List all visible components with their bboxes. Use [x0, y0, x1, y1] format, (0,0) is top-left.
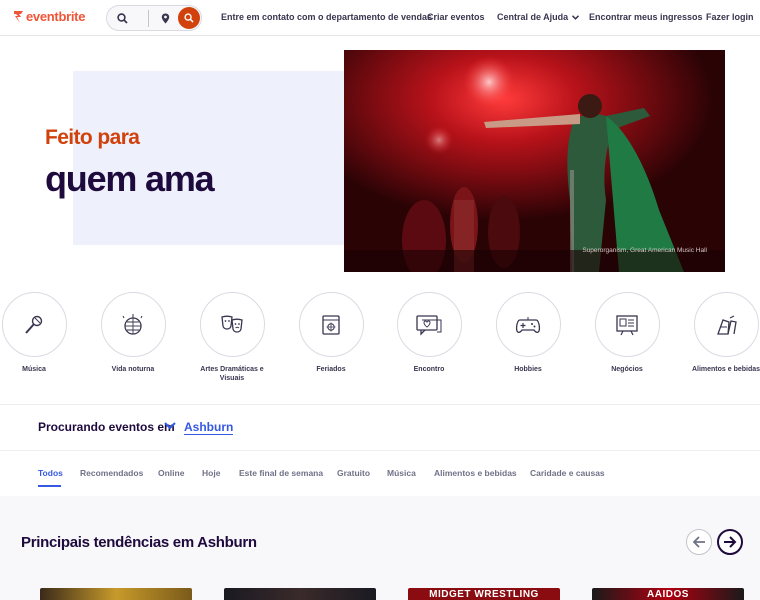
tab-today[interactable]: Hoje: [202, 468, 220, 478]
tab-online[interactable]: Online: [158, 468, 184, 478]
game-controller-icon: [515, 316, 541, 333]
logo-mark-icon: [14, 10, 23, 23]
category-label: Alimentos e bebidas: [691, 366, 760, 373]
category-holidays[interactable]: Feriados: [291, 292, 371, 374]
food-drink-icon: [717, 314, 737, 335]
search-icon: [184, 13, 194, 23]
category-music[interactable]: Música: [0, 292, 74, 374]
section-divider: [0, 404, 760, 405]
hero-headline-line2: quem ama: [45, 158, 215, 199]
category-label: Artes Dramáticas e Visuais: [200, 366, 264, 382]
category-circle: [1, 292, 67, 357]
nav-help-center-label: Central de Ajuda: [497, 12, 569, 22]
category-food-drink[interactable]: Alimentos e bebidas: [686, 292, 760, 374]
hero-photo-caption: Superorganism, Great American Music Hall: [582, 247, 707, 254]
top-navigation-bar: eventbrite Entre em contato com o depart…: [0, 0, 760, 36]
category-label: Encontro: [413, 366, 445, 373]
chevron-down-icon[interactable]: [164, 421, 176, 431]
search-submit-button[interactable]: [178, 7, 200, 29]
event-card-title: AAIDOS: [647, 589, 689, 600]
chat-heart-icon: [416, 314, 442, 336]
tab-food-drink[interactable]: Alimentos e bebidas: [434, 468, 517, 478]
event-card[interactable]: [224, 588, 376, 600]
event-card-title: MIDGET WRESTLING: [429, 589, 539, 600]
nav-find-tickets-link[interactable]: Encontrar meus ingressos: [589, 12, 703, 22]
arrow-right-icon: [724, 536, 737, 548]
nav-contact-sales-link[interactable]: Entre em contato com o departamento de v…: [221, 12, 432, 22]
tab-this-weekend[interactable]: Este final de semana: [239, 468, 323, 478]
calendar-icon: [322, 314, 340, 335]
category-circle: [495, 292, 561, 357]
category-circle: [693, 292, 759, 357]
category-circle: [396, 292, 462, 357]
presentation-icon: [616, 314, 638, 335]
event-card[interactable]: AAIDOS: [592, 588, 744, 600]
category-label: Vida noturna: [111, 366, 155, 373]
theater-masks-icon: [221, 315, 243, 333]
nav-login-link[interactable]: Fazer login: [706, 12, 754, 22]
microphone-icon: [25, 315, 43, 334]
hero-image[interactable]: Superorganism, Great American Music Hall: [344, 50, 725, 272]
location-pin-icon[interactable]: [154, 7, 176, 29]
active-tab-indicator: [38, 485, 61, 487]
location-prompt: Procurando eventos em: [38, 420, 175, 434]
search-divider: [148, 10, 149, 27]
event-card[interactable]: [40, 588, 192, 600]
category-circle: [298, 292, 364, 357]
category-circle: [100, 292, 166, 357]
section-divider: [0, 450, 760, 451]
chevron-down-icon: [572, 15, 580, 20]
category-label: Feriados: [316, 366, 346, 373]
arrow-left-icon: [692, 536, 705, 548]
category-hobbies[interactable]: Hobbies: [488, 292, 568, 374]
eventbrite-logo[interactable]: eventbrite: [13, 9, 85, 24]
trending-title: Principais tendências em Ashburn: [21, 534, 257, 551]
category-performing-arts[interactable]: Artes Dramáticas e Visuais: [192, 292, 272, 383]
category-business[interactable]: Negócios: [587, 292, 667, 374]
hero-headline-line1: Feito para: [45, 126, 140, 149]
logo-text: eventbrite: [26, 9, 86, 24]
tab-music[interactable]: Música: [387, 468, 416, 478]
category-label: Negócios: [611, 366, 643, 373]
nav-help-center-menu[interactable]: Central de Ajuda: [497, 12, 580, 22]
category-label: Música: [22, 366, 46, 373]
carousel-next-button[interactable]: [717, 529, 743, 555]
event-card[interactable]: MIDGET WRESTLING: [408, 588, 560, 600]
carousel-prev-button[interactable]: [686, 529, 712, 555]
category-nightlife[interactable]: Vida noturna: [93, 292, 173, 374]
search-icon[interactable]: [111, 7, 133, 29]
category-circle: [594, 292, 660, 357]
tab-charity-causes[interactable]: Caridade e causas: [530, 468, 605, 478]
location-selector[interactable]: Ashburn: [184, 420, 234, 435]
nav-create-events-link[interactable]: Criar eventos: [427, 12, 485, 22]
concert-photo: [344, 50, 725, 272]
search-bar[interactable]: [106, 5, 202, 31]
disco-ball-icon: [122, 313, 143, 335]
category-dating[interactable]: Encontro: [389, 292, 469, 374]
tab-recommended[interactable]: Recomendados: [80, 468, 143, 478]
category-circle: [199, 292, 265, 357]
tab-free[interactable]: Gratuito: [337, 468, 370, 478]
category-label: Hobbies: [514, 366, 542, 373]
tab-all[interactable]: Todos: [38, 468, 63, 478]
